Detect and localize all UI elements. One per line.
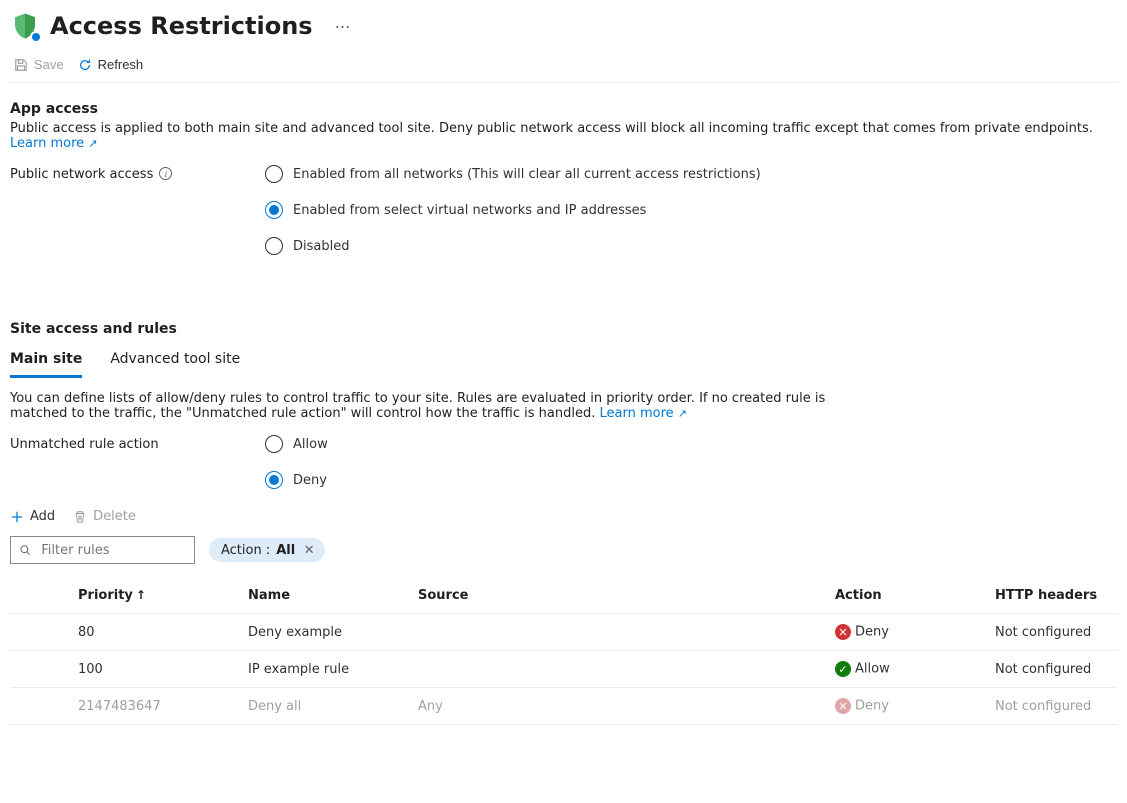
radio-icon	[265, 471, 283, 489]
filter-pill-action[interactable]: Action : All ✕	[209, 538, 325, 562]
radio-disabled[interactable]: Disabled	[265, 237, 761, 255]
unmatched-rule-label: Unmatched rule action	[10, 435, 265, 489]
cell-http-headers: Not configured	[987, 688, 1117, 725]
more-icon[interactable]: ⋯	[329, 17, 357, 36]
public-network-access-label: Public network access i	[10, 165, 265, 255]
radio-disabled-label: Disabled	[293, 239, 349, 254]
cell-name: Deny all	[240, 688, 410, 725]
public-network-access-options: Enabled from all networks (This will cle…	[265, 165, 761, 255]
learn-more-label: Learn more	[10, 136, 84, 151]
refresh-label: Refresh	[98, 57, 144, 72]
col-source[interactable]: Source	[410, 578, 827, 614]
app-access-desc-text: Public access is applied to both main si…	[10, 121, 1093, 136]
app-access-description: Public access is applied to both main si…	[10, 121, 1110, 151]
rules-table: Priority↑ Name Source Action HTTP header…	[10, 578, 1117, 725]
radio-icon	[265, 201, 283, 219]
x-circle-icon: ✕	[835, 698, 851, 714]
app-access-learn-more-link[interactable]: Learn more ↗	[10, 136, 98, 151]
cell-action: ✕Deny	[827, 614, 987, 651]
site-access-learn-more-link[interactable]: Learn more ↗	[600, 406, 688, 421]
add-label: Add	[30, 509, 55, 524]
check-circle-icon: ✓	[835, 661, 851, 677]
radio-icon	[265, 165, 283, 183]
unmatched-rule-options: Allow Deny	[265, 435, 328, 489]
external-link-icon: ↗	[678, 407, 687, 420]
col-action[interactable]: Action	[827, 578, 987, 614]
command-bar: Save Refresh	[10, 49, 1117, 83]
site-tabs: Main site Advanced tool site	[10, 347, 1117, 379]
close-icon[interactable]: ✕	[301, 542, 317, 558]
table-row[interactable]: 80Deny example ✕DenyNot configured	[10, 614, 1117, 651]
delete-label: Delete	[93, 509, 136, 524]
x-circle-icon: ✕	[835, 624, 851, 640]
radio-all-networks-label: Enabled from all networks (This will cle…	[293, 167, 761, 182]
info-icon[interactable]: i	[159, 167, 172, 180]
table-row[interactable]: 100IP example rule ✓AllowNot configured	[10, 651, 1117, 688]
cell-name: Deny example	[240, 614, 410, 651]
radio-all-networks[interactable]: Enabled from all networks (This will cle…	[265, 165, 761, 183]
site-access-description: You can define lists of allow/deny rules…	[10, 391, 830, 421]
tab-main-site[interactable]: Main site	[10, 347, 82, 378]
filter-pill-value: All	[276, 543, 295, 558]
col-name[interactable]: Name	[240, 578, 410, 614]
pna-label-text: Public network access	[10, 167, 153, 182]
cell-action: ✓Allow	[827, 651, 987, 688]
external-link-icon: ↗	[88, 137, 97, 150]
cell-priority: 80	[70, 614, 240, 651]
learn-more-label: Learn more	[600, 406, 674, 421]
site-access-heading: Site access and rules	[10, 321, 1117, 337]
search-input-wrap[interactable]	[10, 536, 195, 564]
col-priority[interactable]: Priority↑	[70, 578, 240, 614]
app-access-heading: App access	[10, 101, 1117, 117]
sort-asc-icon: ↑	[136, 588, 146, 602]
delete-button: Delete	[73, 509, 136, 524]
add-button[interactable]: Add	[10, 509, 55, 524]
cell-http-headers: Not configured	[987, 614, 1117, 651]
cell-action: ✕Deny	[827, 688, 987, 725]
trash-icon	[73, 510, 87, 524]
save-icon	[14, 58, 28, 72]
radio-select-networks[interactable]: Enabled from select virtual networks and…	[265, 201, 761, 219]
cell-name: IP example rule	[240, 651, 410, 688]
cell-source	[410, 651, 827, 688]
col-http-headers[interactable]: HTTP headers	[987, 578, 1117, 614]
table-header-row: Priority↑ Name Source Action HTTP header…	[10, 578, 1117, 614]
col-priority-label: Priority	[78, 588, 133, 603]
cell-http-headers: Not configured	[987, 651, 1117, 688]
radio-icon	[265, 435, 283, 453]
save-button: Save	[14, 57, 64, 72]
radio-allow-label: Allow	[293, 437, 328, 452]
radio-deny[interactable]: Deny	[265, 471, 328, 489]
unmatched-rule-row: Unmatched rule action Allow Deny	[10, 435, 1117, 489]
radio-deny-label: Deny	[293, 473, 327, 488]
filter-row: Action : All ✕	[10, 536, 1117, 564]
filter-pill-key: Action :	[221, 543, 270, 558]
radio-select-networks-label: Enabled from select virtual networks and…	[293, 203, 646, 218]
plus-icon	[10, 510, 24, 524]
cell-priority: 2147483647	[70, 688, 240, 725]
cell-source	[410, 614, 827, 651]
page-title: Access Restrictions	[50, 12, 313, 40]
tab-advanced-tool-site[interactable]: Advanced tool site	[110, 347, 240, 378]
radio-icon	[265, 237, 283, 255]
public-network-access-row: Public network access i Enabled from all…	[10, 165, 1117, 255]
cell-priority: 100	[70, 651, 240, 688]
save-label: Save	[34, 57, 64, 72]
rules-command-bar: Add Delete	[10, 509, 1117, 524]
refresh-icon	[78, 58, 92, 72]
cell-source: Any	[410, 688, 827, 725]
radio-allow[interactable]: Allow	[265, 435, 328, 453]
site-access-desc-text: You can define lists of allow/deny rules…	[10, 391, 825, 421]
search-input[interactable]	[39, 542, 186, 559]
unmatched-label-text: Unmatched rule action	[10, 437, 159, 452]
page-header: Access Restrictions ⋯	[10, 5, 1117, 49]
search-icon	[19, 543, 31, 557]
shield-icon	[10, 11, 40, 41]
refresh-button[interactable]: Refresh	[78, 57, 144, 72]
table-row[interactable]: 2147483647Deny allAny✕DenyNot configured	[10, 688, 1117, 725]
